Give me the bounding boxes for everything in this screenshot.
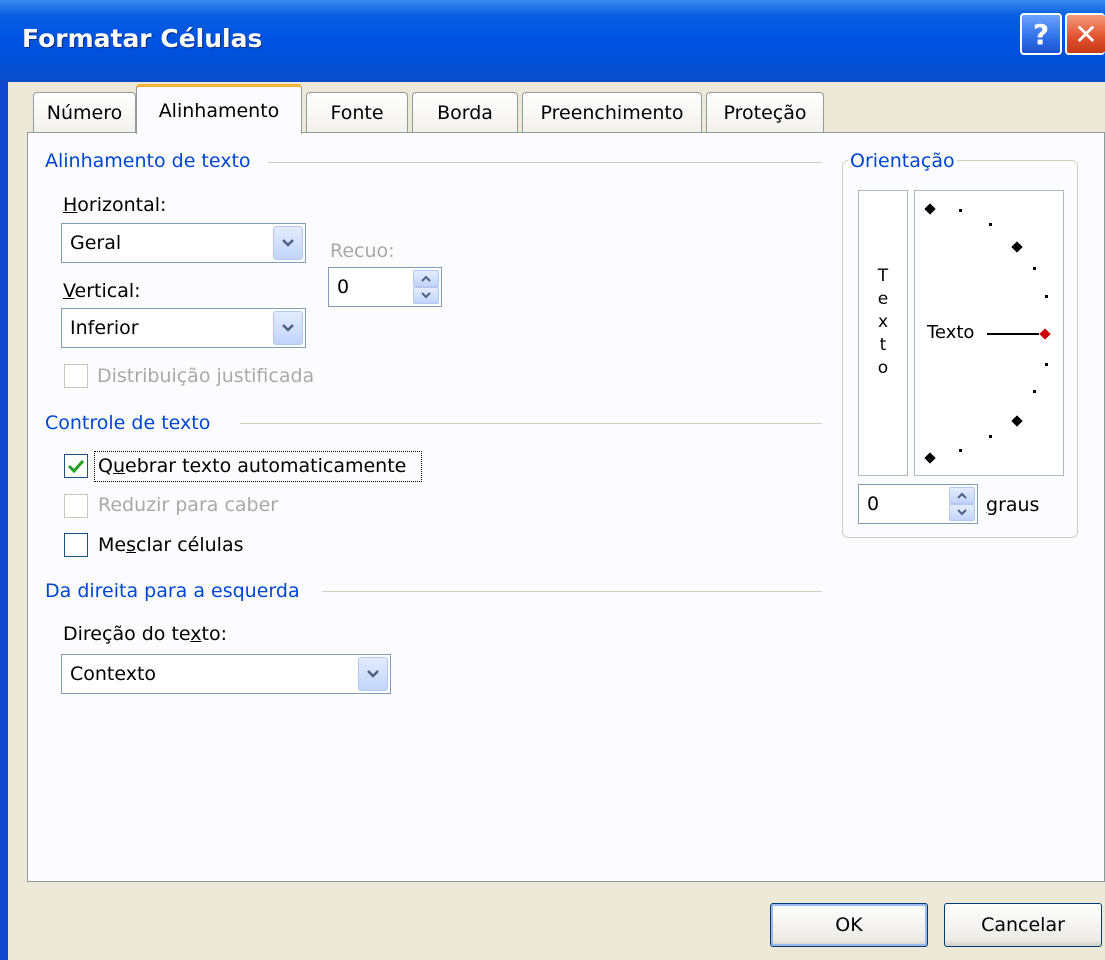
- rtl-group-title: Da direita para a esquerda: [45, 580, 300, 602]
- close-button[interactable]: ✕: [1065, 13, 1105, 55]
- spin-up-icon[interactable]: [949, 487, 975, 504]
- degrees-stepper[interactable]: 0: [858, 484, 978, 524]
- merge-cells-checkbox[interactable]: [64, 533, 88, 557]
- group-divider: [240, 423, 822, 424]
- spin-down-icon[interactable]: [949, 504, 975, 521]
- group-divider: [322, 591, 822, 592]
- tab-preenchimento[interactable]: Preenchimento: [522, 92, 702, 132]
- tab-label: Borda: [437, 101, 493, 124]
- tab-protecao[interactable]: Proteção: [706, 92, 824, 132]
- shrink-to-fit-checkbox[interactable]: [64, 494, 88, 518]
- merge-cells-label: Mesclar células: [98, 534, 244, 556]
- text-direction-value: Contexto: [70, 663, 157, 685]
- horizontal-select[interactable]: Geral: [61, 223, 306, 263]
- tab-label: Proteção: [723, 101, 807, 124]
- group-divider: [268, 162, 822, 163]
- dial-text: Texto: [927, 322, 975, 343]
- tab-alinhamento[interactable]: Alinhamento: [136, 84, 302, 134]
- chevron-down-icon[interactable]: [273, 226, 303, 260]
- help-button[interactable]: ?: [1020, 13, 1062, 55]
- text-alignment-group-title: Alinhamento de texto: [45, 150, 251, 172]
- window-frame: [0, 82, 8, 960]
- tab-numero[interactable]: Número: [33, 92, 136, 132]
- ok-button[interactable]: OK: [770, 903, 928, 947]
- wrap-text-checkbox[interactable]: [64, 454, 88, 478]
- close-icon: ✕: [1074, 17, 1098, 51]
- orientation-dial[interactable]: Texto: [914, 190, 1064, 476]
- degrees-value: 0: [867, 493, 880, 515]
- vertical-select[interactable]: Inferior: [61, 308, 306, 348]
- tab-fonte[interactable]: Fonte: [306, 92, 408, 132]
- text-direction-label: Direção do texto:: [63, 623, 228, 645]
- window-title: Formatar Células: [22, 24, 263, 53]
- chevron-down-icon[interactable]: [273, 311, 303, 345]
- tab-borda[interactable]: Borda: [412, 92, 518, 132]
- help-icon: ?: [1032, 17, 1050, 51]
- vertical-value: Inferior: [70, 317, 139, 339]
- vertical-text: T e x t o: [877, 266, 889, 378]
- title-bar[interactable]: Formatar Células ? ✕: [0, 0, 1105, 82]
- indent-value: 0: [337, 276, 350, 298]
- vertical-label: Vertical:: [63, 280, 141, 302]
- spin-down-icon[interactable]: [413, 287, 439, 304]
- horizontal-value: Geral: [70, 232, 122, 254]
- justify-distributed-checkbox[interactable]: [64, 364, 88, 388]
- text-direction-select[interactable]: Contexto: [61, 654, 391, 694]
- shrink-to-fit-label: Reduzir para caber: [98, 494, 279, 516]
- tab-label: Preenchimento: [540, 101, 684, 124]
- tab-label: Número: [46, 101, 123, 124]
- vertical-text-box[interactable]: T e x t o: [858, 190, 908, 476]
- degrees-label: graus: [986, 494, 1040, 516]
- spin-up-icon[interactable]: [413, 270, 439, 287]
- tab-label: Fonte: [330, 101, 384, 124]
- indent-label: Recuo:: [330, 240, 395, 262]
- text-control-group-title: Controle de texto: [45, 412, 211, 434]
- wrap-text-label: Quebrar texto automaticamente: [98, 455, 407, 477]
- chevron-down-icon[interactable]: [358, 657, 388, 691]
- check-icon: [67, 459, 85, 474]
- tab-label: Alinhamento: [158, 99, 280, 122]
- cancel-button[interactable]: Cancelar: [944, 903, 1102, 947]
- horizontal-label: Horizontal:: [63, 194, 167, 216]
- orientation-group-title: Orientação: [848, 150, 957, 172]
- indent-stepper[interactable]: 0: [328, 267, 442, 307]
- justify-distributed-label: Distribuição justificada: [97, 365, 315, 387]
